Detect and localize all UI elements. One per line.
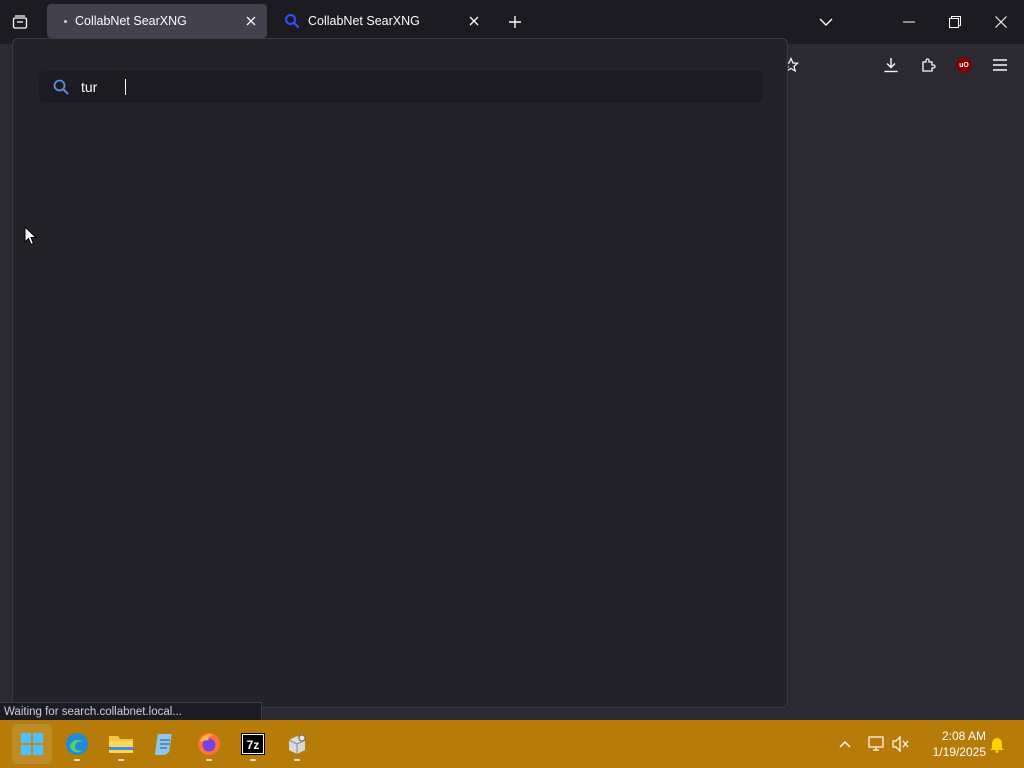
tab-title: CollabNet SearXNG: [308, 14, 420, 28]
windows-start-icon[interactable]: [12, 724, 52, 764]
installer-icon[interactable]: [277, 724, 317, 764]
network-icon[interactable]: [865, 732, 889, 756]
tab-title: CollabNet SearXNG: [75, 14, 187, 28]
quick-search-panel: [12, 38, 788, 708]
search-icon: [53, 79, 69, 95]
notification-bell-icon[interactable]: [985, 732, 1009, 756]
tab-collabnet-searxng-active[interactable]: CollabNet SearXNG: [47, 4, 267, 38]
download-icon[interactable]: [878, 52, 904, 78]
system-clock[interactable]: 2:08 AM 1/19/2025: [918, 728, 986, 760]
close-window-icon[interactable]: [978, 0, 1024, 44]
close-icon[interactable]: [462, 9, 486, 33]
firefox-view-icon[interactable]: [8, 10, 32, 34]
ublock-origin-icon[interactable]: uO: [951, 52, 977, 78]
notepad-icon[interactable]: [145, 724, 185, 764]
tab-collabnet-searxng[interactable]: CollabNet SearXNG: [272, 4, 490, 38]
searxng-icon: [284, 13, 300, 29]
volume-muted-icon[interactable]: [889, 732, 913, 756]
firefox-icon[interactable]: [189, 724, 229, 764]
hamburger-menu-icon[interactable]: [987, 52, 1013, 78]
status-bar: Waiting for search.collabnet.local...: [0, 702, 262, 720]
7zip-icon[interactable]: 7z: [233, 724, 273, 764]
search-input[interactable]: [81, 79, 124, 95]
tab-loading-dot: [64, 19, 67, 23]
plus-icon[interactable]: [503, 10, 527, 34]
clock-date: 1/19/2025: [932, 745, 986, 759]
restore-icon[interactable]: [932, 0, 978, 44]
chevron-up-icon[interactable]: [833, 732, 857, 756]
close-icon[interactable]: [239, 9, 263, 33]
text-caret: [125, 79, 126, 95]
file-explorer-icon[interactable]: [101, 724, 141, 764]
taskbar: 7z 2:08 AM 1/19/2025: [0, 720, 1024, 768]
clock-time: 2:08 AM: [941, 729, 986, 743]
svg-text:7z: 7z: [247, 738, 260, 752]
mouse-pointer-icon: [24, 225, 38, 251]
puzzle-icon[interactable]: [915, 52, 941, 78]
edge-icon[interactable]: [57, 724, 97, 764]
chevron-down-icon[interactable]: [814, 10, 838, 34]
search-box[interactable]: [39, 71, 763, 103]
minimize-icon[interactable]: [886, 0, 932, 44]
